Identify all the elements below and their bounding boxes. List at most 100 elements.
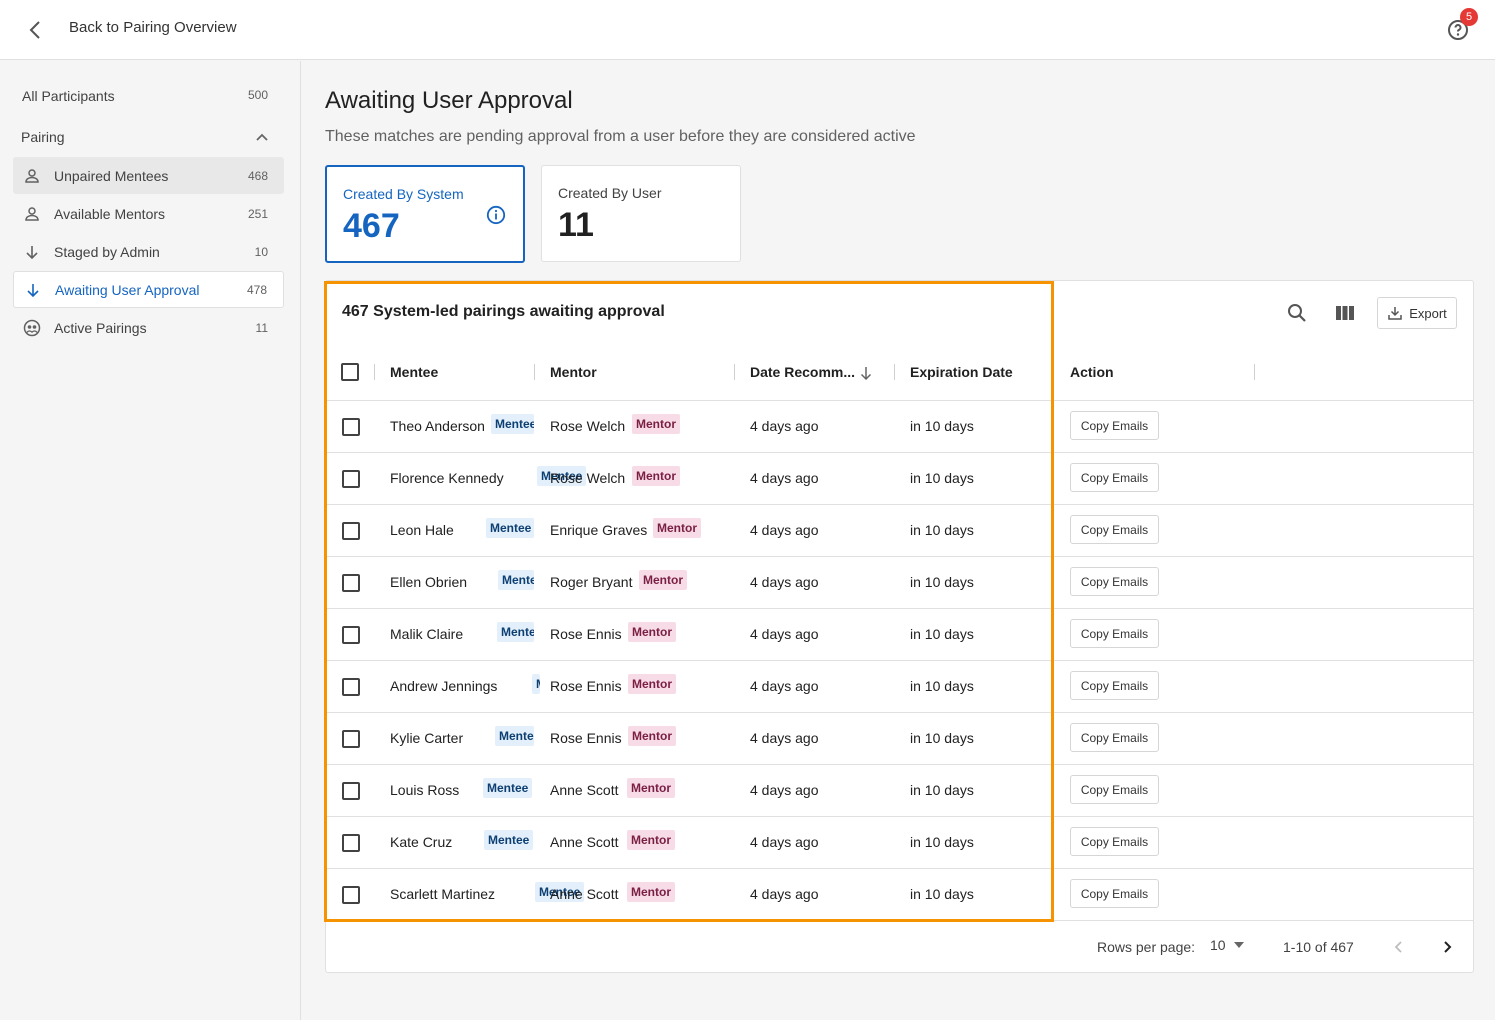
mentee-name[interactable]: Scarlett Martinez	[390, 886, 495, 902]
mentee-tag: Mentee	[491, 414, 534, 434]
info-icon[interactable]	[486, 205, 506, 225]
expiration-date: in 10 days	[910, 470, 974, 486]
page-subtitle: These matches are pending approval from …	[325, 128, 916, 145]
mentor-tag: Mentor	[632, 466, 680, 486]
person-icon	[25, 168, 39, 183]
sidebar-item-unpaired-mentees[interactable]: Unpaired Mentees 468	[13, 157, 284, 194]
mentor-tag: Mentor	[627, 830, 675, 850]
sidebar-item-label: Awaiting User Approval	[55, 281, 200, 298]
table-row: Kylie Carter Mentee Rose Ennis Mentor 4 …	[326, 713, 1473, 765]
export-button[interactable]: Export	[1377, 297, 1457, 329]
mentee-name[interactable]: Kylie Carter	[390, 730, 463, 746]
search-button[interactable]	[1284, 300, 1310, 326]
mentee-name[interactable]: Malik Claire	[390, 626, 463, 642]
mentor-name[interactable]: Enrique Graves	[550, 522, 647, 538]
copy-emails-button[interactable]: Copy Emails	[1070, 671, 1159, 700]
expiration-date: in 10 days	[910, 418, 974, 434]
table-row: Leon Hale Mentee Enrique Graves Mentor 4…	[326, 505, 1473, 557]
notification-badge: 5	[1460, 8, 1478, 26]
column-header-mentor[interactable]: Mentor	[550, 364, 597, 380]
copy-emails-button[interactable]: Copy Emails	[1070, 463, 1159, 492]
row-checkbox[interactable]	[342, 782, 360, 800]
expiration-date: in 10 days	[910, 886, 974, 902]
row-checkbox[interactable]	[342, 678, 360, 696]
row-checkbox[interactable]	[342, 626, 360, 644]
select-all-checkbox[interactable]	[341, 363, 359, 381]
row-checkbox[interactable]	[342, 470, 360, 488]
sidebar-item-staged-by-admin[interactable]: Staged by Admin 10	[13, 233, 284, 270]
mentor-name[interactable]: Rose Welch	[550, 470, 625, 486]
copy-emails-button[interactable]: Copy Emails	[1070, 411, 1159, 440]
mentor-name[interactable]: Roger Bryant	[550, 574, 632, 590]
sidebar-item-label: Unpaired Mentees	[54, 167, 169, 184]
columns-button[interactable]	[1332, 300, 1358, 326]
mentor-name[interactable]: Rose Welch	[550, 418, 625, 434]
date-recommended: 4 days ago	[750, 470, 819, 486]
sidebar-item-count: 251	[247, 206, 268, 221]
mentee-name[interactable]: Theo Anderson	[390, 418, 485, 434]
table-title: 467 System-led pairings awaiting approva…	[342, 303, 665, 320]
sidebar-item-label: Available Mentors	[54, 205, 166, 222]
mentor-name[interactable]: Rose Ennis	[550, 626, 622, 642]
card-created-by-user[interactable]: Created By User 11	[541, 165, 741, 262]
sidebar-group-pairing[interactable]: Pairing	[21, 129, 269, 145]
copy-emails-button[interactable]: Copy Emails	[1070, 879, 1159, 908]
mentor-tag: Mentor	[628, 726, 676, 746]
copy-emails-button[interactable]: Copy Emails	[1070, 723, 1159, 752]
sidebar-item-all-participants[interactable]: All Participants 500	[22, 88, 268, 104]
mentor-name[interactable]: Anne Scott	[550, 886, 619, 902]
mentee-name[interactable]: Florence Kennedy	[390, 470, 504, 486]
sort-arrow-down-icon[interactable]	[859, 366, 873, 380]
card-created-by-system[interactable]: Created By System 467	[325, 165, 525, 263]
row-checkbox[interactable]	[342, 834, 360, 852]
mentee-name[interactable]: Kate Cruz	[390, 834, 452, 850]
expiration-date: in 10 days	[910, 834, 974, 850]
row-checkbox[interactable]	[342, 418, 360, 436]
expiration-date: in 10 days	[910, 626, 974, 642]
mentee-name[interactable]: Ellen Obrien	[390, 574, 467, 590]
mentee-tag: Mentee	[495, 726, 534, 746]
copy-emails-button[interactable]: Copy Emails	[1070, 619, 1159, 648]
top-bar: Back to Pairing Overview	[0, 0, 1495, 60]
mentee-name[interactable]: Andrew Jennings	[390, 678, 497, 694]
mentor-name[interactable]: Rose Ennis	[550, 730, 622, 746]
row-checkbox[interactable]	[342, 574, 360, 592]
chevron-left-icon	[29, 21, 40, 39]
row-checkbox[interactable]	[342, 522, 360, 540]
search-icon	[1288, 304, 1306, 322]
copy-emails-button[interactable]: Copy Emails	[1070, 827, 1159, 856]
back-link[interactable]: Back to Pairing Overview	[69, 19, 237, 36]
copy-emails-button[interactable]: Copy Emails	[1070, 775, 1159, 804]
mentee-tag: Mentee	[497, 622, 534, 642]
date-recommended: 4 days ago	[750, 522, 819, 538]
mentee-name[interactable]: Louis Ross	[390, 782, 459, 798]
mentor-name[interactable]: Anne Scott	[550, 834, 619, 850]
back-button[interactable]	[20, 14, 52, 46]
mentee-tag: Mentee	[498, 570, 534, 590]
sidebar-item-active-pairings[interactable]: Active Pairings 11	[13, 309, 284, 346]
mentor-name[interactable]: Anne Scott	[550, 782, 619, 798]
mentee-name[interactable]: Leon Hale	[390, 522, 454, 538]
sidebar-item-label: Active Pairings	[54, 319, 147, 336]
expiration-date: in 10 days	[910, 678, 974, 694]
sidebar-item-available-mentors[interactable]: Available Mentors 251	[13, 195, 284, 232]
next-page-button[interactable]	[1434, 934, 1460, 960]
column-separator	[734, 364, 735, 380]
column-header-date-recommended[interactable]: Date Recomm...	[750, 364, 855, 380]
column-header-expiration-date[interactable]: Expiration Date	[910, 364, 1013, 380]
expiration-date: in 10 days	[910, 782, 974, 798]
mentor-name[interactable]: Rose Ennis	[550, 678, 622, 694]
row-checkbox[interactable]	[342, 730, 360, 748]
copy-emails-button[interactable]: Copy Emails	[1070, 515, 1159, 544]
column-header-mentee[interactable]: Mentee	[390, 364, 438, 380]
mentor-tag: Mentor	[628, 622, 676, 642]
sidebar-group-label: Pairing	[21, 129, 65, 145]
rows-per-page-select[interactable]: 10	[1210, 937, 1244, 953]
copy-emails-button[interactable]: Copy Emails	[1070, 567, 1159, 596]
date-recommended: 4 days ago	[750, 626, 819, 642]
row-checkbox[interactable]	[342, 886, 360, 904]
export-label: Export	[1409, 305, 1447, 321]
previous-page-button[interactable]	[1386, 934, 1412, 960]
sidebar-item-awaiting-user-approval[interactable]: Awaiting User Approval 478	[13, 271, 284, 308]
page-title: Awaiting User Approval	[325, 87, 573, 114]
